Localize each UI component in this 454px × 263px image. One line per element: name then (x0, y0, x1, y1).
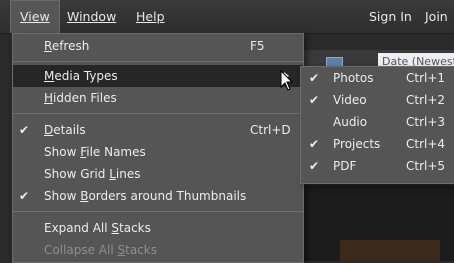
menu-item-label: Show Grid Lines (44, 167, 141, 181)
shortcut-label: Ctrl+2 (406, 93, 446, 107)
menu-item-label: Show Borders around Thumbnails (44, 189, 247, 203)
submenu-item-video[interactable]: ✔ Video Ctrl+2 (301, 89, 454, 111)
shortcut-label: Ctrl+4 (406, 137, 446, 151)
submenu-item-label: Video (333, 93, 367, 107)
check-icon: ✔ (309, 93, 320, 107)
thumbnail[interactable] (340, 240, 440, 261)
menu-item-refresh[interactable]: Refresh F5 (13, 35, 303, 57)
submenu-item-pdf[interactable]: ✔ PDF Ctrl+5 (301, 155, 454, 177)
check-icon: ✔ (309, 137, 320, 151)
menu-item-label: Refresh (44, 39, 90, 53)
menu-bar: View Window Help Sign In Join (0, 0, 454, 34)
submenu-item-label: Audio (333, 115, 368, 129)
menu-view[interactable]: View (10, 0, 60, 33)
menu-item-label: Media Types (44, 69, 118, 83)
menu-separator (13, 61, 303, 62)
menu-separator (13, 113, 303, 114)
check-icon: ✔ (309, 71, 320, 85)
menu-item-show-borders[interactable]: ✔ Show Borders around Thumbnails (13, 185, 303, 207)
media-types-submenu: ✔ Photos Ctrl+1 ✔ Video Ctrl+2 Audio Ctr… (300, 66, 454, 184)
menu-item-expand-all-stacks[interactable]: Expand All Stacks (13, 217, 303, 239)
shortcut-label: Ctrl+D (250, 123, 291, 137)
join-link[interactable]: Join (416, 0, 454, 33)
menu-window-label: Window (67, 9, 117, 24)
check-icon: ✔ (19, 123, 30, 137)
shortcut-label: Ctrl+5 (406, 159, 446, 173)
menu-help[interactable]: Help (127, 0, 174, 33)
menu-separator (13, 211, 303, 212)
menu-help-label: Help (136, 9, 165, 24)
menu-item-label: Collapse All Stacks (44, 243, 157, 257)
submenu-item-label: Photos (333, 71, 374, 85)
menu-item-details[interactable]: ✔ Details Ctrl+D (13, 119, 303, 141)
menu-item-media-types[interactable]: Media Types (13, 65, 303, 87)
mouse-cursor-icon (280, 70, 294, 91)
menu-item-show-grid-lines[interactable]: Show Grid Lines (13, 163, 303, 185)
submenu-item-projects[interactable]: ✔ Projects Ctrl+4 (301, 133, 454, 155)
submenu-item-photos[interactable]: ✔ Photos Ctrl+1 (301, 67, 454, 89)
shortcut-label: Ctrl+3 (406, 115, 446, 129)
check-icon: ✔ (309, 159, 320, 173)
menu-item-hidden-files[interactable]: Hidden Files (13, 87, 303, 109)
shortcut-label: Ctrl+1 (406, 71, 446, 85)
view-menu: Refresh F5 Media Types Hidden Files ✔ De… (12, 33, 304, 263)
check-icon: ✔ (19, 189, 30, 203)
shortcut-label: F5 (250, 39, 265, 53)
menu-item-label: Details (44, 123, 86, 137)
menu-view-label: View (20, 9, 50, 24)
menu-item-show-file-names[interactable]: Show File Names (13, 141, 303, 163)
menu-item-label: Show File Names (44, 145, 146, 159)
menu-item-label: Hidden Files (44, 91, 117, 105)
sign-in-link[interactable]: Sign In (360, 0, 421, 33)
menu-item-label: Expand All Stacks (44, 221, 151, 235)
submenu-item-label: PDF (333, 159, 357, 173)
submenu-item-audio[interactable]: Audio Ctrl+3 (301, 111, 454, 133)
menu-item-collapse-all-stacks: Collapse All Stacks (13, 239, 303, 261)
menu-window[interactable]: Window (58, 0, 125, 33)
submenu-item-label: Projects (333, 137, 381, 151)
